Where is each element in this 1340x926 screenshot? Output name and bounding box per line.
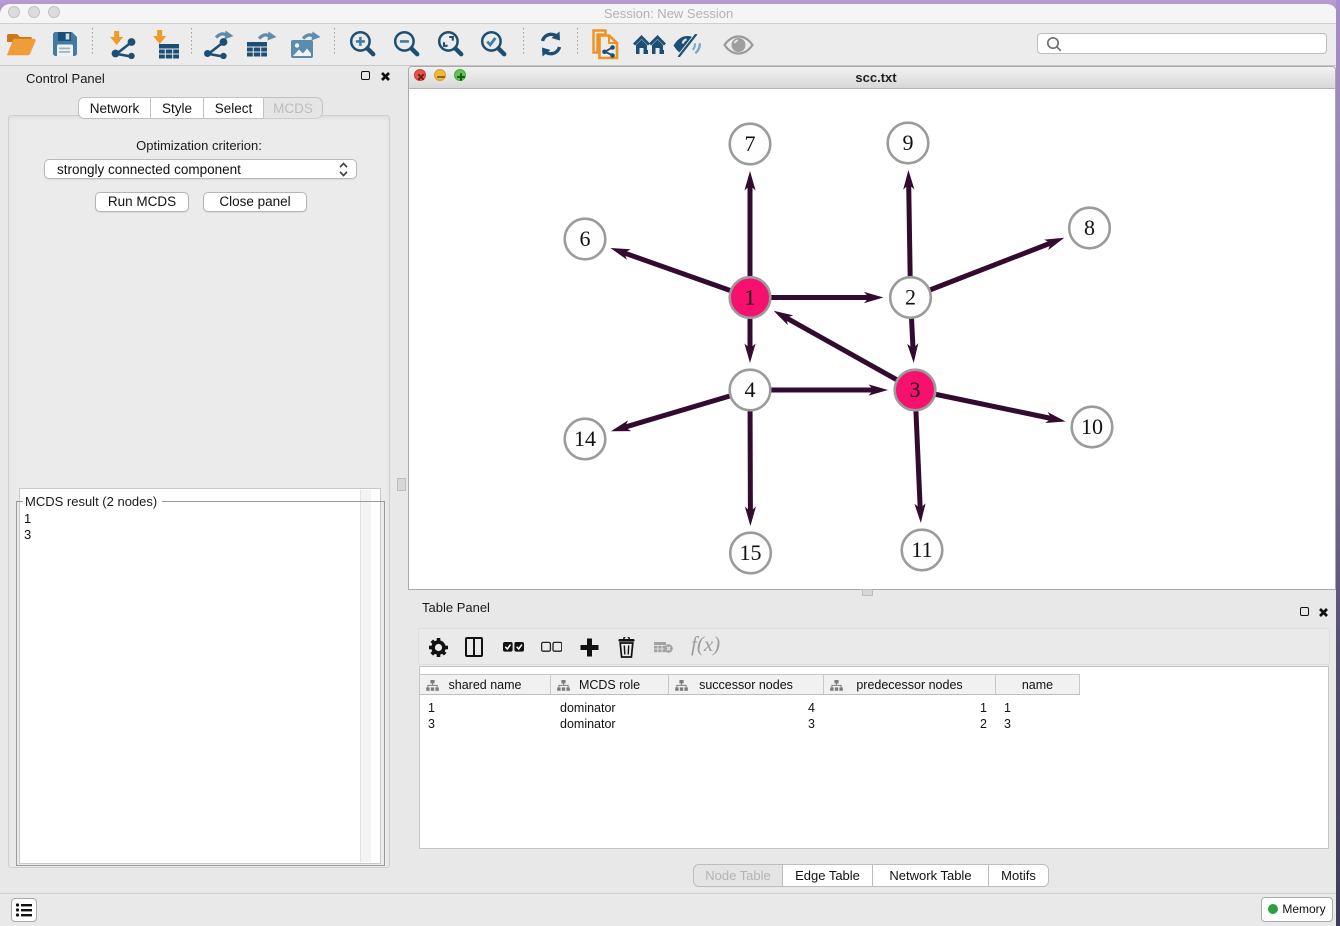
svg-text:2: 2 bbox=[905, 285, 916, 310]
svg-text:6: 6 bbox=[580, 226, 591, 251]
svg-text:11: 11 bbox=[911, 537, 932, 562]
svg-text:3: 3 bbox=[910, 377, 921, 402]
svg-text:7: 7 bbox=[745, 131, 756, 156]
svg-text:9: 9 bbox=[903, 130, 914, 155]
svg-text:1: 1 bbox=[745, 285, 756, 310]
svg-text:14: 14 bbox=[574, 426, 596, 451]
svg-text:8: 8 bbox=[1084, 215, 1095, 240]
svg-text:4: 4 bbox=[745, 377, 756, 402]
svg-text:15: 15 bbox=[740, 540, 762, 565]
svg-text:10: 10 bbox=[1081, 414, 1103, 439]
